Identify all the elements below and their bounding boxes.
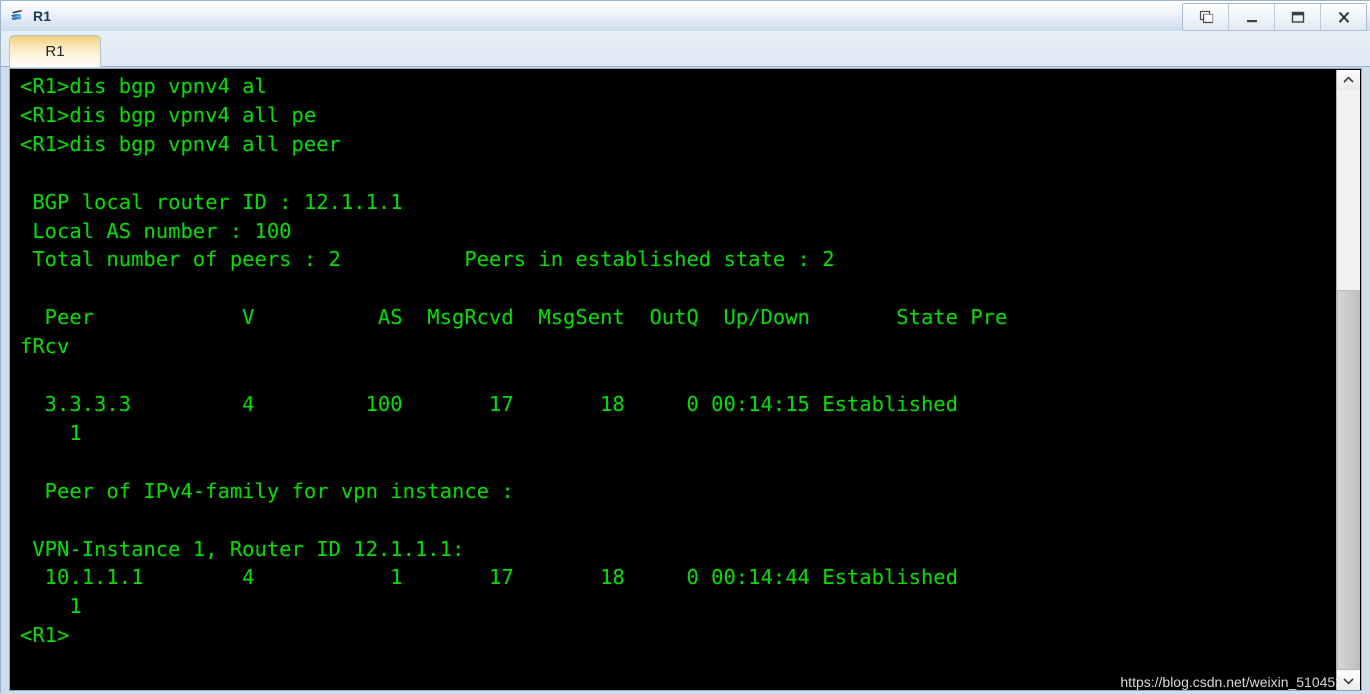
scroll-down-arrow-icon[interactable] bbox=[1337, 671, 1360, 690]
restore-window-button[interactable] bbox=[1183, 4, 1229, 30]
maximize-window-button[interactable] bbox=[1275, 4, 1321, 30]
window-title: R1 bbox=[33, 8, 52, 24]
window-controls bbox=[1182, 3, 1367, 31]
terminal-area: <R1>dis bgp vpnv4 al <R1>dis bgp vpnv4 a… bbox=[1, 67, 1370, 694]
scrollbar-track[interactable] bbox=[1337, 90, 1360, 671]
close-window-button[interactable] bbox=[1321, 4, 1366, 30]
terminal-frame: <R1>dis bgp vpnv4 al <R1>dis bgp vpnv4 a… bbox=[9, 68, 1362, 691]
terminal-scrollbar[interactable] bbox=[1336, 70, 1360, 690]
tab-strip: R1 bbox=[1, 31, 1370, 67]
minimize-window-button[interactable] bbox=[1229, 4, 1275, 30]
window-title-group: R1 bbox=[1, 6, 51, 26]
tab-r1[interactable]: R1 bbox=[9, 35, 101, 67]
terminal-screen[interactable]: <R1>dis bgp vpnv4 al <R1>dis bgp vpnv4 a… bbox=[10, 69, 1337, 690]
window-titlebar: R1 bbox=[1, 1, 1370, 32]
terminal-output: <R1>dis bgp vpnv4 al <R1>dis bgp vpnv4 a… bbox=[20, 74, 1008, 648]
terminal-window: R1 R1 <R1>dis bgp vpnv4 al <R1>dis bgp v… bbox=[0, 0, 1370, 694]
router-icon bbox=[8, 6, 28, 26]
tab-label: R1 bbox=[45, 43, 65, 60]
scrollbar-thumb[interactable] bbox=[1337, 290, 1360, 670]
scroll-up-arrow-icon[interactable] bbox=[1337, 70, 1360, 90]
